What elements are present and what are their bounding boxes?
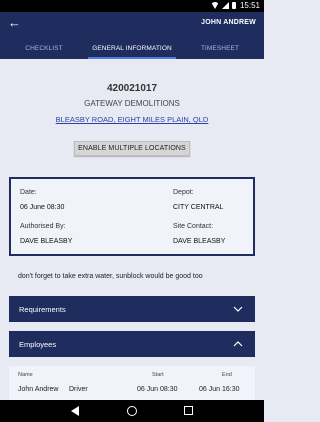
chevron-up-icon	[233, 341, 243, 347]
authorised-by-value: DAVE BLEASBY	[20, 238, 73, 245]
enable-multiple-locations-button[interactable]: ENABLE MULTIPLE LOCATIONS	[74, 141, 190, 156]
nav-recent-apps-icon[interactable]	[184, 406, 193, 415]
job-number: 420021017	[106, 83, 158, 94]
nav-home-icon[interactable]	[127, 406, 137, 416]
date-value: 06 June 08:30	[20, 204, 65, 211]
employee-start: 06 Jun 08:30	[137, 386, 178, 393]
status-bar: 15:51	[0, 0, 264, 12]
status-icons	[211, 2, 236, 9]
system-navigation-bar	[0, 400, 264, 422]
nav-back-icon[interactable]	[71, 406, 79, 416]
tab-timesheet[interactable]: TIMESHEET	[176, 36, 264, 59]
tab-general-information[interactable]: GENERAL INFORMATION	[88, 36, 176, 59]
date-label: Date:	[20, 189, 37, 196]
employee-end: 06 Jun 16:30	[199, 386, 240, 393]
site-contact-label: Site Contact:	[173, 223, 214, 230]
user-name: JOHN ANDREW	[201, 19, 256, 26]
address-link[interactable]: BLEASBY ROAD, EIGHT MILES PLAIN, QLD	[0, 115, 264, 124]
employees-title: Employees	[19, 340, 57, 349]
general-information-content: 420021017 GATEWAY DEMOLITIONS BLEASBY RO…	[0, 59, 264, 400]
company-name: GATEWAY DEMOLITIONS	[84, 99, 180, 108]
employee-name: John Andrew	[18, 386, 59, 393]
tab-bar: CHECKLIST GENERAL INFORMATION TIMESHEET	[0, 36, 264, 59]
depot-value: CITY CENTRAL	[173, 204, 224, 211]
signal-icon	[222, 2, 229, 9]
employees-table: Name Start End John Andrew Driver 06 Jun…	[9, 366, 255, 400]
wifi-icon	[211, 2, 219, 9]
start-column-header: Start	[152, 372, 164, 378]
battery-icon	[232, 2, 236, 9]
app-bar: ← JOHN ANDREW	[0, 12, 264, 36]
site-contact-value: DAVE BLEASBY	[173, 238, 226, 245]
chevron-down-icon	[233, 306, 243, 312]
name-column-header: Name	[18, 372, 33, 378]
status-time: 15:51	[239, 1, 260, 10]
back-arrow-icon[interactable]: ←	[8, 15, 21, 31]
job-note: don't forget to take extra water, sunblo…	[18, 273, 203, 280]
end-column-header: End	[222, 372, 232, 378]
authorised-by-label: Authorised By:	[20, 223, 66, 230]
requirements-title: Requirements	[19, 305, 66, 314]
employees-section-header[interactable]: Employees	[9, 331, 255, 357]
job-details-card: Date: 06 June 08:30 Depot: CITY CENTRAL …	[9, 177, 255, 256]
employee-role: Driver	[69, 386, 88, 393]
requirements-section-header[interactable]: Requirements	[9, 296, 255, 322]
tab-checklist[interactable]: CHECKLIST	[0, 36, 88, 59]
depot-label: Depot:	[173, 189, 194, 196]
